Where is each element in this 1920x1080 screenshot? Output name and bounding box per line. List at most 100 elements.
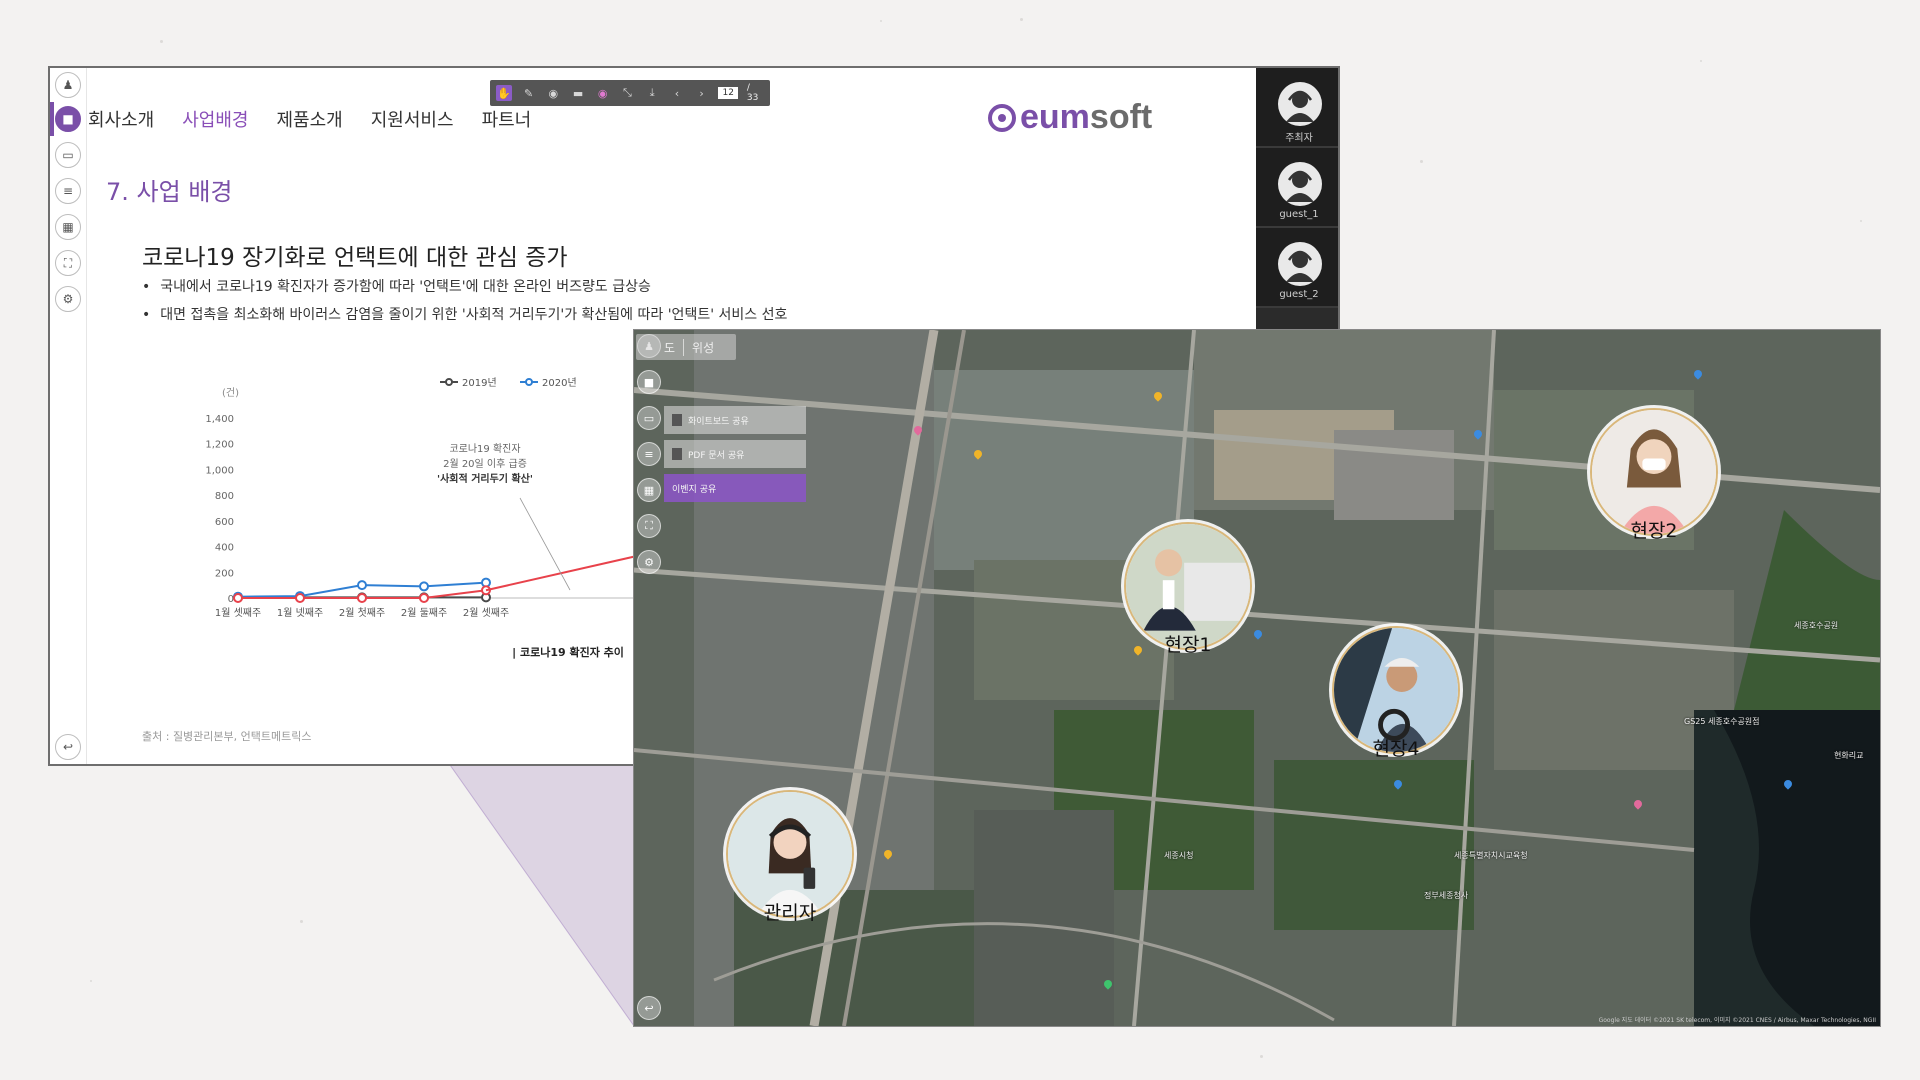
marker-label: 현장4 — [1372, 738, 1420, 760]
settings-icon[interactable]: ⚙ — [55, 286, 81, 312]
participant-tile[interactable]: guest_1 — [1256, 148, 1338, 228]
chart-caption: | 코로나19 확진자 추이 — [512, 645, 624, 659]
nav-support: 지원서비스 — [370, 110, 454, 131]
screen-share-icon[interactable]: ▭ — [55, 142, 81, 168]
data-point — [357, 593, 367, 603]
y-tick-label: 0 — [228, 594, 234, 605]
y-tick-label: 800 — [215, 491, 234, 502]
slide-nav: 회사소개 사업배경 제품소개 지원서비스 파트너 — [88, 104, 559, 134]
data-point — [357, 580, 367, 591]
share-menu: 화이트보드 공유 PDF 문서 공유 이벤지 공유 — [664, 406, 806, 508]
share-item-label: 화이트보드 공유 — [688, 416, 749, 427]
tab-map[interactable]: 도 — [636, 339, 683, 356]
share-whiteboard-button[interactable]: 화이트보드 공유 — [664, 406, 806, 434]
prev-icon[interactable]: ‹ — [669, 85, 685, 101]
data-point — [233, 593, 243, 603]
chart-annotation: 코로나19 확진자 — [449, 443, 520, 455]
bullet-1: 국내에서 코로나19 확진자가 증가함에 따라 '언택트'에 대한 온라인 버즈… — [142, 276, 651, 296]
location-marker-site2[interactable]: 현장2 — [1586, 408, 1722, 543]
y-tick-label: 1,400 — [205, 414, 234, 425]
marker-label: 현장2 — [1630, 520, 1678, 542]
participant-name: guest_1 — [1279, 209, 1319, 220]
fullscreen-icon[interactable]: ⛶ — [55, 250, 81, 276]
pointer-icon[interactable]: ✋ — [496, 85, 512, 101]
tab-satellite[interactable]: 위성 — [683, 338, 722, 356]
legend-label: 2019년 — [462, 377, 497, 389]
map-icon[interactable]: ▦ — [637, 478, 661, 502]
location-marker-site1[interactable]: 현장1 — [1120, 522, 1256, 657]
share-item-label: 이벤지 공유 — [672, 484, 717, 495]
share-image-button[interactable]: 이벤지 공유 — [664, 474, 806, 502]
data-point — [419, 581, 429, 592]
participant-name: guest_2 — [1279, 289, 1319, 300]
y-tick-label: 400 — [215, 543, 234, 554]
bullet-2: 대면 접촉을 최소화해 바이러스 감염을 줄이기 위한 '사회적 거리두기'가 … — [142, 304, 787, 324]
y-tick-label: 600 — [215, 517, 234, 528]
slide-headline: 코로나19 장기화로 언택트에 대한 관심 증가 — [142, 245, 568, 271]
poi-label: 정부세종청사 — [1424, 891, 1469, 900]
pen-icon[interactable]: ✎ — [521, 85, 537, 101]
map-type-toggle: 도 위성 — [636, 334, 736, 360]
list-icon[interactable]: ≡ — [637, 442, 661, 466]
map-attribution: Google 지도 데이터 ©2021 SK telecom, 이미지 ©202… — [1598, 1017, 1876, 1024]
poi-label: 현화리교 — [1834, 751, 1864, 760]
x-tick-label: 1월 넷째주 — [277, 607, 323, 619]
nav-business-background: 사업배경 — [182, 110, 249, 131]
exit-icon[interactable]: ↩ — [55, 734, 81, 760]
nav-products: 제품소개 — [276, 110, 343, 131]
nav-company: 회사소개 — [88, 110, 155, 131]
share-item-label: PDF 문서 공유 — [688, 450, 745, 461]
next-icon[interactable]: › — [694, 85, 710, 101]
trash-icon[interactable]: ▬ — [570, 85, 586, 101]
participant-tile[interactable]: 주최자 — [1256, 68, 1338, 148]
poi-label: GS25 세종호수공원점 — [1684, 717, 1760, 726]
page-total: / 33 — [746, 83, 759, 103]
data-point — [419, 593, 429, 603]
x-tick-label: 2월 둘째주 — [401, 607, 447, 619]
nav-partners: 파트너 — [481, 110, 532, 131]
marker-label: 현장1 — [1164, 634, 1212, 656]
poi-label: 세종특별자치시교육청 — [1454, 851, 1528, 860]
list-icon[interactable]: ≡ — [55, 178, 81, 204]
page-number-input[interactable]: 12 — [718, 87, 738, 99]
fit-icon[interactable]: ⤡ — [620, 85, 636, 101]
exit-icon[interactable]: ↩ — [637, 996, 661, 1020]
share-pdf-button[interactable]: PDF 문서 공유 — [664, 440, 806, 468]
participant-tile[interactable]: guest_2 — [1256, 228, 1338, 308]
participant-name: 주최자 — [1285, 133, 1313, 144]
map-window[interactable]: 세종호수공원 GS25 세종호수공원점 현화리교 세종시청 세종특별자치시교육청… — [634, 330, 1880, 1026]
y-axis-unit: (건) — [222, 387, 239, 399]
settings-icon[interactable]: ⚙ — [637, 550, 661, 574]
slide-toolbar: ✋ ✎ ◉ ▬ ◉ ⤡ ⤓ ‹ › 12 / 33 — [490, 80, 770, 106]
headset-avatar-icon — [1278, 162, 1322, 206]
y-tick-label: 1,000 — [205, 465, 234, 476]
screen-share-icon[interactable]: ▭ — [637, 406, 661, 430]
eraser-icon[interactable]: ◉ — [545, 85, 561, 101]
x-tick-label: 2월 셋째주 — [463, 607, 509, 619]
map-sidebar: ♟ ■ ▭ ≡ ▦ ⛶ ⚙ ↩ — [634, 330, 664, 1026]
sidebar-active-indicator — [50, 102, 54, 136]
marker-label: 관리자 — [763, 902, 817, 924]
chart-source: 출처 : 질병관리본부, 언택트메트릭스 — [142, 730, 312, 743]
lock-icon[interactable]: ■ — [637, 370, 661, 394]
headset-avatar-icon — [1278, 82, 1322, 126]
y-tick-label: 200 — [215, 568, 234, 579]
location-marker-site4[interactable]: 현장4 — [1328, 626, 1464, 761]
color-icon[interactable]: ◉ — [595, 85, 611, 101]
eumsoft-logo-mark — [988, 103, 1016, 132]
x-tick-label: 1월 셋째주 — [215, 607, 261, 619]
brand-text: eumsoft — [1020, 98, 1153, 136]
download-icon[interactable]: ⤓ — [644, 85, 660, 101]
map-icon[interactable]: ▦ — [55, 214, 81, 240]
legend-marker — [445, 378, 453, 386]
chart-annotation: 2월 20일 이후 급증 — [443, 458, 527, 470]
location-marker-manager[interactable]: 관리자 — [722, 790, 858, 925]
legend-marker — [525, 378, 533, 386]
section-title: 7. 사업 배경 — [106, 178, 233, 206]
lock-icon[interactable]: ■ — [55, 106, 81, 132]
fullscreen-icon[interactable]: ⛶ — [637, 514, 661, 538]
y-tick-label: 1,200 — [205, 440, 234, 451]
add-user-icon[interactable]: ♟ — [55, 72, 81, 98]
document-icon — [672, 414, 682, 426]
legend-label: 2020년 — [542, 377, 577, 389]
